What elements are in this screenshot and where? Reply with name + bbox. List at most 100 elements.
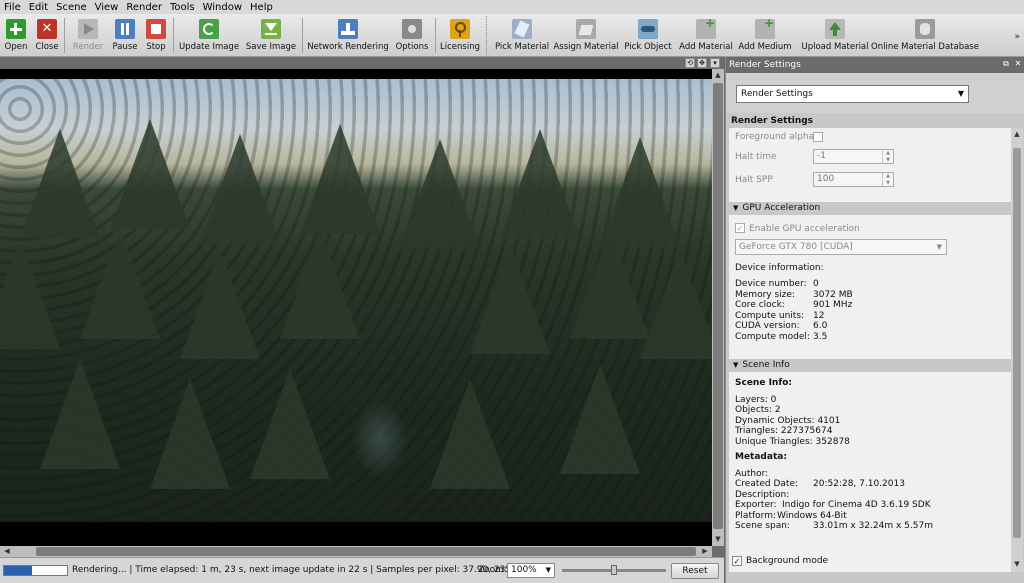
panel-title-bar: Render Settings ⧉ ✕: [726, 57, 1024, 73]
close-button[interactable]: ✕ Close: [35, 14, 59, 57]
options-button[interactable]: Options: [395, 14, 429, 57]
halt-time-input[interactable]: -1 ▲ ▼: [813, 149, 894, 164]
menu-render[interactable]: Render: [122, 2, 166, 13]
render-button[interactable]: Render: [72, 14, 104, 57]
settings-scrollbar[interactable]: ▲ ▼: [1011, 128, 1023, 572]
device-info-key: Memory size:: [735, 290, 795, 300]
metadata-value: Windows 64-Bit: [777, 511, 847, 521]
settings-category-select[interactable]: Render Settings ▼: [736, 85, 969, 103]
tree-shape: [430, 379, 510, 489]
metadata-heading: Metadata:: [735, 452, 787, 462]
foreground-alpha-checkbox[interactable]: [813, 132, 823, 142]
device-info-label: Device information:: [735, 263, 824, 273]
zoom-slider-handle[interactable]: [611, 565, 617, 575]
status-text: Rendering... | Time elapsed: 1 m, 23 s, …: [72, 565, 530, 575]
tree-shape: [500, 129, 580, 239]
assign-material-button[interactable]: Assign Material: [553, 14, 619, 57]
spin-up-icon[interactable]: ▲: [882, 150, 893, 156]
open-button[interactable]: Open: [4, 14, 28, 57]
upload-material-label: Upload Material: [801, 42, 869, 52]
viewport-vertical-scrollbar[interactable]: ▲ ▼: [712, 69, 724, 546]
pick-object-button[interactable]: Pick Object: [624, 14, 672, 57]
device-info-value: 901 MHz: [813, 300, 853, 310]
scene-info-line: Objects: 2: [735, 405, 781, 415]
menu-file[interactable]: File: [0, 2, 25, 13]
pause-button[interactable]: Pause: [112, 14, 138, 57]
render-label: Render: [72, 42, 104, 52]
chevron-down-icon: ▼: [545, 566, 551, 574]
tree-shape: [200, 134, 280, 244]
scrollbar-thumb[interactable]: [36, 547, 696, 556]
tree-shape: [640, 249, 712, 359]
toolbar-overflow-button[interactable]: »: [1014, 32, 1020, 42]
online-material-database-button[interactable]: Online Material Database: [871, 14, 979, 57]
stop-button[interactable]: Stop: [145, 14, 167, 57]
background-mode-checkbox[interactable]: ✓: [732, 556, 742, 566]
add-medium-button[interactable]: Add Medium: [738, 14, 791, 57]
pause-icon: [115, 19, 135, 39]
add-medium-icon: [755, 16, 775, 39]
tree-shape: [300, 124, 380, 234]
background-mode-label: Background mode: [746, 556, 829, 566]
device-info-key: CUDA version:: [735, 321, 800, 331]
scroll-left-icon[interactable]: ◀: [2, 546, 12, 557]
spin-down-icon[interactable]: ▼: [882, 180, 893, 186]
scene-info-section[interactable]: ▼ Scene Info: [729, 359, 1011, 372]
pick-object-icon: [638, 19, 658, 39]
device-info-value: 0: [813, 279, 819, 289]
licensing-button[interactable]: Licensing: [440, 14, 480, 57]
fit-view-icon[interactable]: ⟲: [685, 58, 695, 68]
expand-icon[interactable]: ✥: [697, 58, 707, 68]
scrollbar-thumb[interactable]: [1013, 148, 1021, 538]
tree-shape: [560, 364, 640, 474]
toolbar-separator: [435, 18, 436, 53]
add-material-button[interactable]: Add Material: [679, 14, 733, 57]
update-image-button[interactable]: Update Image: [179, 14, 239, 57]
reset-button[interactable]: Reset: [671, 563, 719, 579]
spin-down-icon[interactable]: ▼: [882, 157, 893, 163]
pick-material-icon: [512, 19, 532, 39]
dock-icon[interactable]: ▾: [710, 58, 720, 68]
scroll-right-icon[interactable]: ▶: [700, 546, 710, 557]
viewport-horizontal-scrollbar[interactable]: ◀ ▶: [0, 546, 712, 557]
upload-material-button[interactable]: Upload Material: [801, 14, 869, 57]
menu-window[interactable]: Window: [199, 2, 246, 13]
network-rendering-button[interactable]: Network Rendering: [307, 14, 389, 57]
scene-info-heading: Scene Info:: [735, 378, 793, 388]
zoom-select[interactable]: 100% ▼: [507, 563, 555, 578]
rendered-forest-image: [0, 79, 712, 522]
float-icon[interactable]: ⧉: [1001, 59, 1011, 69]
halt-spp-input[interactable]: 100 ▲ ▼: [813, 172, 894, 187]
pick-material-button[interactable]: Pick Material: [495, 14, 549, 57]
menu-tools[interactable]: Tools: [166, 2, 199, 13]
enable-gpu-checkbox[interactable]: ✓: [735, 223, 745, 233]
scroll-up-icon[interactable]: ▲: [1013, 130, 1021, 138]
spin-up-icon[interactable]: ▲: [882, 173, 893, 179]
scrollbar-thumb[interactable]: [713, 83, 723, 529]
device-info-value: 12: [813, 311, 825, 321]
scene-info-line: Triangles: 227375674: [735, 426, 833, 436]
scroll-down-icon[interactable]: ▼: [713, 534, 723, 544]
tree-shape: [0, 239, 60, 349]
scroll-up-icon[interactable]: ▲: [713, 70, 723, 80]
close-icon[interactable]: ✕: [1013, 59, 1023, 69]
device-info-key: Compute model:: [735, 332, 810, 342]
device-info-value: 6.0: [813, 321, 828, 331]
chevron-down-icon: ▼: [957, 89, 964, 98]
toolbar-grip[interactable]: [486, 16, 489, 55]
save-image-button[interactable]: Save Image: [246, 14, 296, 57]
panel-title: Render Settings: [729, 60, 801, 70]
menu-view[interactable]: View: [91, 2, 123, 13]
device-info-key: Device number:: [735, 279, 807, 289]
zoom-slider[interactable]: [562, 565, 666, 575]
render-canvas[interactable]: [0, 69, 712, 546]
scroll-down-icon[interactable]: ▼: [1013, 560, 1021, 568]
stop-label: Stop: [146, 42, 166, 52]
menu-edit[interactable]: Edit: [25, 2, 52, 13]
database-icon: [915, 19, 935, 39]
metadata-key: Description:: [735, 490, 790, 500]
gpu-acceleration-section[interactable]: ▼ GPU Acceleration: [729, 202, 1011, 215]
menu-help[interactable]: Help: [246, 2, 277, 13]
gpu-device-select[interactable]: GeForce GTX 780 [CUDA] ▼: [735, 239, 947, 255]
menu-scene[interactable]: Scene: [52, 2, 91, 13]
